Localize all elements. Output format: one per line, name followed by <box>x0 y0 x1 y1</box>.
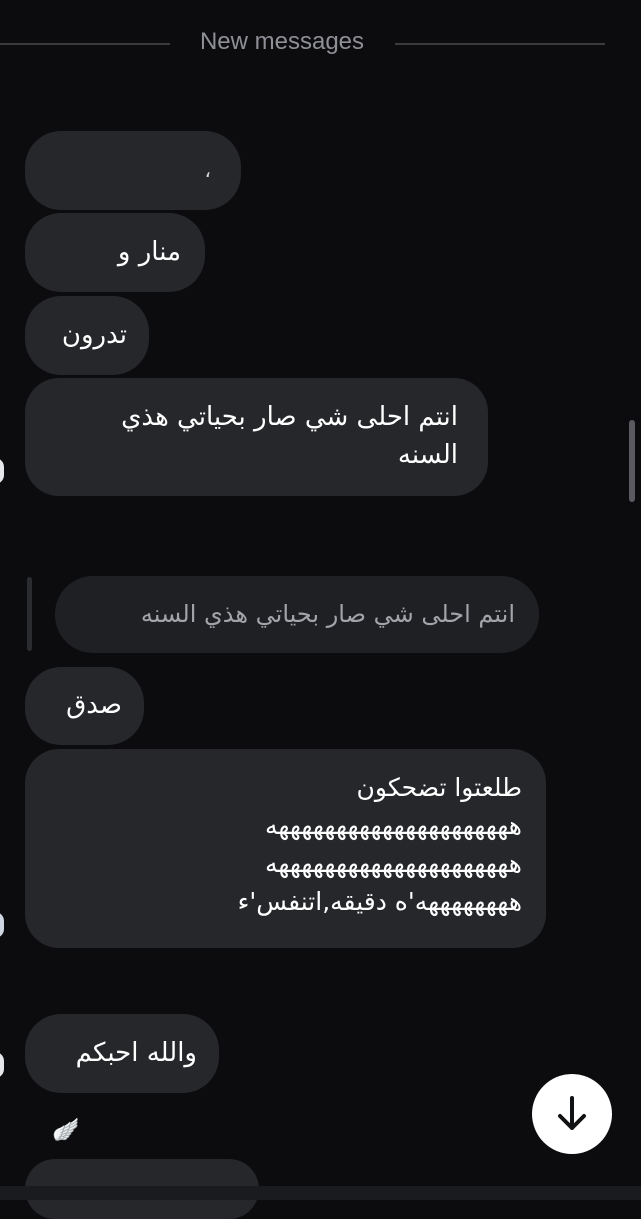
divider-line-right <box>395 43 605 45</box>
message-bubble[interactable]: منار و <box>25 213 205 292</box>
message-bubble[interactable]: ، <box>25 131 241 210</box>
sender-avatar[interactable] <box>0 458 4 484</box>
scroll-to-bottom-button[interactable] <box>532 1074 612 1154</box>
message-text-line: هههههههههههههههههههههه <box>264 849 522 878</box>
sender-avatar[interactable] <box>0 912 4 938</box>
message-text: ، <box>204 158 211 182</box>
message-text: والله احبكم <box>75 1038 197 1068</box>
sender-avatar[interactable] <box>0 1052 4 1078</box>
message-text-line: انتم احلى شي صار بحياتي هذي <box>121 402 458 432</box>
message-text-line: السنه <box>397 440 458 470</box>
replied-message-preview[interactable]: انتم احلى شي صار بحياتي هذي السنه <box>55 576 539 653</box>
reply-indicator-bar <box>27 577 32 651</box>
composer-edge <box>0 1186 641 1200</box>
message-text: تدرون <box>61 320 127 350</box>
new-messages-label: New messages <box>199 28 365 55</box>
message-text: منار و <box>117 237 181 267</box>
scrollbar-thumb[interactable] <box>629 420 635 502</box>
message-text: صدق <box>66 690 122 720</box>
divider-line-left <box>0 43 170 45</box>
message-bubble[interactable]: تدرون <box>25 296 149 375</box>
message-text-line: طلعتوا تضحكون <box>356 773 522 802</box>
message-bubble[interactable]: صدق <box>25 667 144 745</box>
message-text-line: ههههههههه'ه دقيقه,اتنفس'ء <box>237 887 522 916</box>
wing-icon: 🪽 <box>52 1118 80 1143</box>
replied-message-text: انتم احلى شي صار بحياتي هذي السنه <box>140 600 515 628</box>
new-messages-divider: New messages <box>0 20 641 68</box>
message-text-line: هههههههههههههههههههههه <box>264 811 522 840</box>
message-bubble[interactable]: انتم احلى شي صار بحياتي هذي السنه <box>25 378 488 496</box>
arrow-down-icon <box>558 1096 586 1130</box>
message-bubble[interactable]: طلعتوا تضحكون هههههههههههههههههههههه ههه… <box>25 749 546 948</box>
message-bubble[interactable]: والله احبكم <box>25 1014 219 1093</box>
